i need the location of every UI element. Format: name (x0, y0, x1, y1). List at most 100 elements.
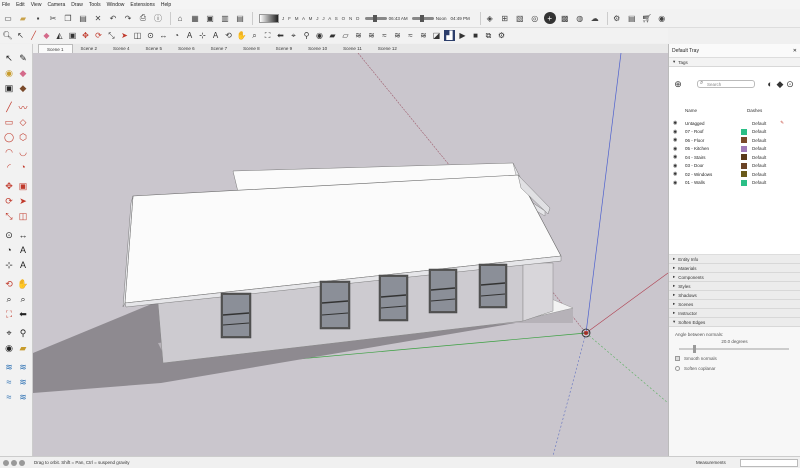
rectangle-icon[interactable]: ▭ (3, 116, 15, 128)
pie-icon[interactable]: ◔ (17, 161, 29, 173)
tag-dashes[interactable]: Default (752, 155, 766, 160)
tag-dashes[interactable]: Default (752, 172, 766, 177)
zoom-tool-icon[interactable]: ⌕ (249, 30, 260, 41)
tag-row[interactable]: ◉ 03 - Door Default (673, 162, 797, 171)
rotated-rectangle-icon[interactable]: ◇ (17, 116, 29, 128)
tab-scene-10[interactable]: Scene 10 (300, 44, 335, 53)
settings-icon[interactable]: ⚙ (611, 12, 623, 24)
3d-text-tool-icon[interactable]: A (17, 259, 29, 271)
3d-text-icon[interactable]: A (210, 30, 221, 41)
pencil-icon[interactable]: ✎ (780, 120, 784, 126)
style-builder-icon[interactable]: ▤ (234, 12, 246, 24)
display-section-icon[interactable]: ▱ (340, 30, 351, 41)
axes-tool-icon[interactable]: ⊹ (3, 259, 15, 271)
pan-icon[interactable]: ✋ (236, 30, 247, 41)
tag-color-swatch[interactable] (741, 128, 747, 135)
add-location-icon[interactable]: ⊞ (499, 12, 511, 24)
push-pull-tool-icon[interactable]: ▣ (17, 180, 29, 192)
look-around-tool-icon[interactable]: ◉ (3, 342, 15, 354)
drape-tool-icon[interactable]: ≈ (3, 391, 15, 403)
paste-icon[interactable]: ▤ (77, 12, 89, 24)
smoove-icon[interactable]: ≈ (379, 30, 390, 41)
add-tag-icon[interactable]: ⊕ (673, 79, 683, 89)
component-tool-icon[interactable]: ▣ (3, 82, 15, 94)
tab-scene-9[interactable]: Scene 9 (268, 44, 301, 53)
menu-tools[interactable]: Tools (89, 2, 101, 8)
eraser-icon[interactable]: ◆ (41, 30, 52, 41)
select-icon[interactable]: ↖ (3, 52, 15, 64)
user-icon[interactable]: ◉ (656, 12, 668, 24)
offset-icon[interactable]: ◫ (132, 30, 143, 41)
orbit-tool-icon[interactable]: ⟲ (3, 278, 15, 290)
tag-row[interactable]: ◉ 02 - Windows Default (673, 170, 797, 179)
tab-scene-1[interactable]: Scene 1 (38, 44, 73, 53)
cut-icon[interactable]: ✂ (47, 12, 59, 24)
dimension-icon[interactable]: ↔ (158, 30, 169, 41)
tag-color-swatch[interactable] (741, 137, 747, 144)
component-icon[interactable]: ▣ (204, 12, 216, 24)
add-detail-icon[interactable]: ≋ (418, 30, 429, 41)
pan-tool-icon[interactable]: ✋ (17, 278, 29, 290)
paint-icon[interactable]: ◉ (3, 67, 15, 79)
redo-icon[interactable]: ↷ (122, 12, 134, 24)
tag-row[interactable]: ◉ 01 - Walls Default (673, 179, 797, 188)
close-icon[interactable]: ✕ (793, 48, 797, 54)
model-info-icon[interactable]: ⓘ (152, 12, 164, 24)
soften-coplanar-checkbox[interactable] (675, 365, 680, 371)
line-tool-icon[interactable]: ╱ (3, 101, 15, 113)
tab-scene-6[interactable]: Scene 6 (170, 44, 203, 53)
tab-scene-8[interactable]: Scene 8 (235, 44, 268, 53)
shadow-noon-slider[interactable] (411, 14, 434, 22)
zoom-extents-tool-icon[interactable]: ⛶ (3, 308, 15, 320)
shadow-months[interactable]: J F M A M J J A S O N D (282, 16, 361, 21)
orbit-icon[interactable]: ⟲ (223, 30, 234, 41)
soften-coplanar-row[interactable]: Soften coplanar (675, 363, 794, 373)
protractor-tool-icon[interactable]: ◔ (3, 244, 15, 256)
tags-header[interactable]: ▾ Tags (669, 58, 800, 67)
color-by-tag-icon[interactable]: ◐ (765, 79, 775, 89)
walk-tool-icon[interactable]: ⚲ (17, 327, 29, 339)
zoom-extents-icon[interactable]: ⛶ (262, 30, 273, 41)
follow-me-tool-icon[interactable]: ➤ (17, 195, 29, 207)
zoom-icon[interactable]: 🔍︎ (2, 30, 13, 41)
save-icon[interactable]: ▪ (32, 12, 44, 24)
measurements-input[interactable] (740, 459, 798, 467)
circle-icon[interactable]: ◯ (3, 131, 15, 143)
home-icon[interactable]: ⌂ (174, 12, 186, 24)
section-instructor[interactable]: ▸ Instructor (669, 309, 800, 318)
push-pull-icon[interactable]: ▣ (67, 30, 78, 41)
axes-icon[interactable]: ⊹ (197, 30, 208, 41)
erase-icon[interactable]: ✕ (92, 12, 104, 24)
position-camera-tool-icon[interactable]: ⌖ (3, 327, 15, 339)
menu-file[interactable]: File (2, 2, 10, 8)
new-file-icon[interactable]: ▭ (2, 12, 14, 24)
viewport-canvas[interactable] (33, 53, 668, 456)
move-tool-icon[interactable]: ✥ (3, 180, 15, 192)
tag-row[interactable]: ◉ 05 - Kitchen Default (673, 145, 797, 154)
extension-icon[interactable]: ▤ (626, 12, 638, 24)
menu-edit[interactable]: Edit (16, 2, 25, 8)
open-folder-icon[interactable]: ▰ (17, 12, 29, 24)
line-icon[interactable]: ╱ (28, 30, 39, 41)
shadow-time-slider[interactable] (364, 14, 387, 22)
menu-camera[interactable]: Camera (47, 2, 65, 8)
menu-help[interactable]: Help (161, 2, 171, 8)
sandbox-scratch-icon[interactable]: ≋ (366, 30, 377, 41)
tag-color-swatch[interactable] (741, 120, 747, 127)
tab-scene-2[interactable]: Scene 2 (73, 44, 106, 53)
section-tool-icon[interactable]: ▰ (17, 342, 29, 354)
section-styles[interactable]: ▸ Styles (669, 282, 800, 291)
tag-dashes[interactable]: Default (752, 146, 766, 151)
tag-dashes[interactable]: Default (752, 129, 766, 134)
position-camera-icon[interactable]: ⌖ (288, 30, 299, 41)
tape-tool-icon[interactable]: ⊙ (3, 229, 15, 241)
geo-location-icon[interactable]: ◎ (529, 12, 541, 24)
sandbox-scratch-tool-icon[interactable]: ≋ (17, 361, 29, 373)
gear-icon[interactable]: ⚙ (496, 30, 507, 41)
copy-icon[interactable]: ❐ (62, 12, 74, 24)
scale-tool-icon[interactable]: ⤡ (3, 210, 15, 222)
three-point-arc-icon[interactable]: ◜ (3, 161, 15, 173)
previous-view-icon[interactable]: ⬅ (275, 30, 286, 41)
user-status-icon[interactable] (19, 459, 25, 466)
drape-icon[interactable]: ≈ (405, 30, 416, 41)
